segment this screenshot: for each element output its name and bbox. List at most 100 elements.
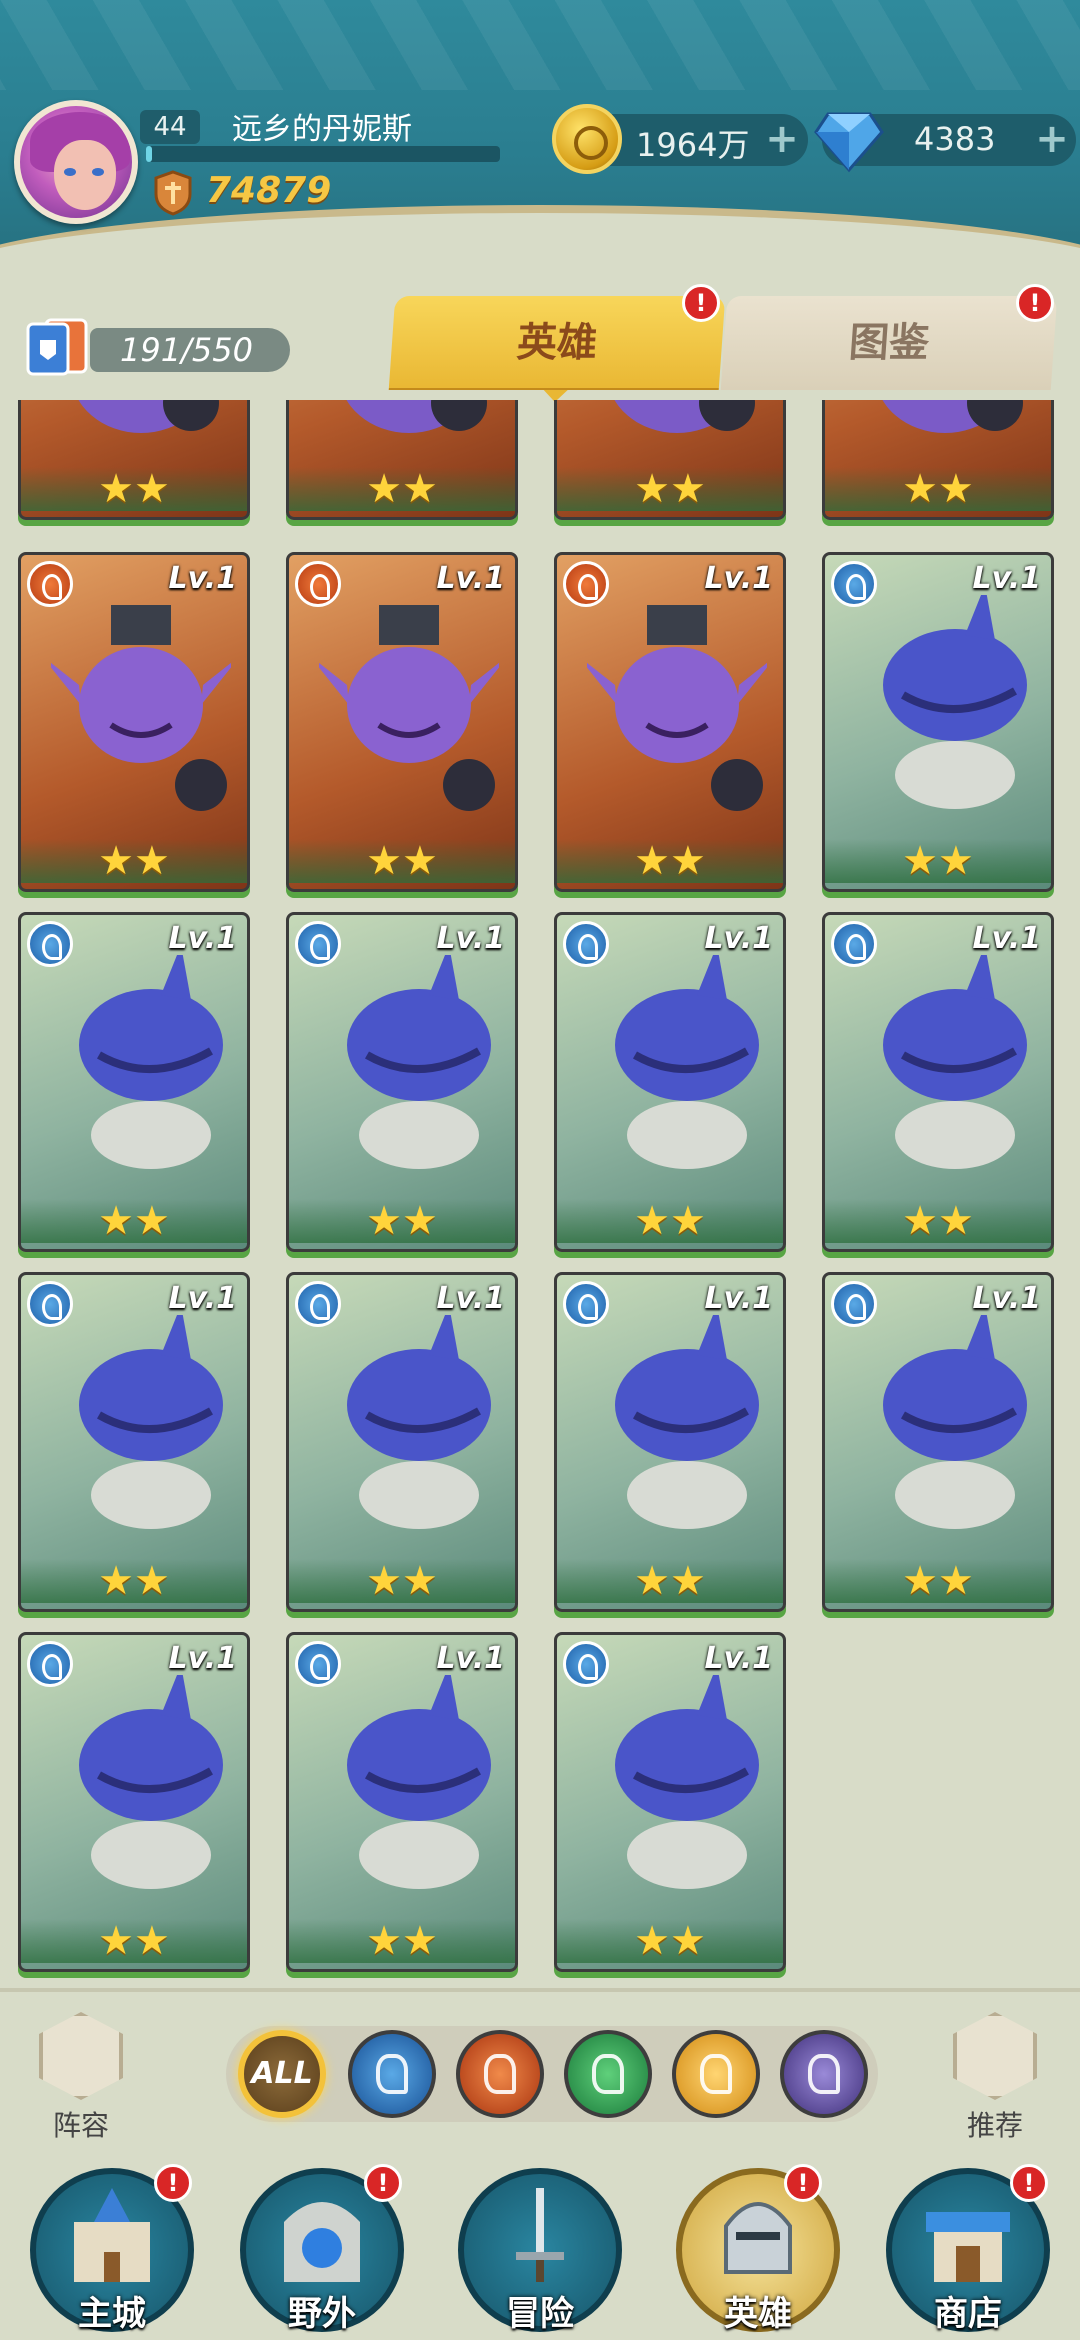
heroes-nav-alert-icon: !	[784, 2164, 822, 2202]
nav-heroes[interactable]: 英雄 !	[658, 2160, 858, 2340]
star-rating: ★★	[98, 1558, 170, 1604]
player-level: 44	[140, 110, 200, 144]
exp-bar	[146, 146, 500, 162]
tab-atlas[interactable]: 图鉴	[720, 296, 1058, 390]
water-icon[interactable]	[348, 2030, 436, 2118]
nav-field[interactable]: 野外 !	[222, 2160, 422, 2340]
hero-card[interactable]: Lv.1 ★★	[18, 552, 250, 892]
lineup-icon	[39, 2012, 123, 2100]
star-rating: ★★	[366, 1558, 438, 1604]
star-rating: ★★	[634, 466, 706, 512]
hero-card[interactable]: Lv.1 ★★	[286, 1632, 518, 1972]
hero-count: 191/550	[120, 331, 253, 369]
hero-level: Lv.1	[972, 561, 1042, 596]
hero-card[interactable]: Lv.1 ★★	[18, 1272, 250, 1612]
nav-heroes-label: 英雄	[724, 2294, 792, 2334]
nav-adventure-label: 冒险	[506, 2294, 574, 2334]
hero-level: Lv.1	[436, 1281, 506, 1316]
hero-level: Lv.1	[704, 1281, 774, 1316]
water-faction-icon	[563, 1641, 609, 1687]
filter-all-button[interactable]: ALL	[238, 2030, 326, 2118]
goblin-bomber-portrait	[51, 605, 231, 811]
light-icon[interactable]	[672, 2030, 760, 2118]
fishman-portrait	[883, 955, 1027, 1169]
dark-icon[interactable]	[780, 2030, 868, 2118]
star-rating: ★★	[366, 838, 438, 884]
fire-faction-icon	[563, 561, 609, 607]
star-rating: ★★	[98, 838, 170, 884]
hero-card[interactable]: ★★	[822, 400, 1054, 520]
star-rating: ★★	[98, 466, 170, 512]
hero-card[interactable]: Lv.1 ★★	[286, 1272, 518, 1612]
water-faction-icon	[27, 1641, 73, 1687]
star-rating: ★★	[634, 1918, 706, 1964]
water-faction-icon	[27, 921, 73, 967]
fishman-portrait	[347, 1315, 491, 1529]
hero-level: Lv.1	[168, 1641, 238, 1676]
hero-card[interactable]: Lv.1 ★★	[554, 1272, 786, 1612]
fire-faction-icon	[295, 561, 341, 607]
sword-icon	[516, 2188, 564, 2282]
tab-heroes[interactable]: 英雄	[388, 296, 726, 390]
wind-icon[interactable]	[564, 2030, 652, 2118]
star-rating: ★★	[902, 1558, 974, 1604]
main-city-alert-icon: !	[154, 2164, 192, 2202]
hero-level: Lv.1	[704, 561, 774, 596]
atlas-tab-alert-icon: !	[1016, 284, 1054, 322]
fishman-portrait	[883, 1315, 1027, 1529]
hero-card[interactable]: ★★	[18, 400, 250, 520]
hero-level: Lv.1	[436, 561, 506, 596]
hero-level: Lv.1	[168, 921, 238, 956]
hero-card[interactable]: Lv.1 ★★	[822, 552, 1054, 892]
recommend-button[interactable]: 推荐	[940, 2012, 1050, 2142]
add-gold-button[interactable]: +	[764, 119, 800, 159]
water-faction-icon	[831, 561, 877, 607]
hero-card[interactable]: Lv.1 ★★	[286, 912, 518, 1252]
goblin-bomber-portrait	[614, 400, 755, 433]
castle-icon	[74, 2188, 150, 2282]
fishman-portrait	[615, 1315, 759, 1529]
hero-level: Lv.1	[972, 921, 1042, 956]
goblin-bomber-portrait	[319, 605, 499, 811]
lineup-button[interactable]: 阵容	[26, 2012, 136, 2142]
nav-shop[interactable]: 商店 !	[868, 2160, 1068, 2340]
water-faction-icon	[831, 1281, 877, 1327]
hero-card[interactable]: Lv.1 ★★	[822, 1272, 1054, 1612]
hero-card[interactable]: Lv.1 ★★	[554, 1632, 786, 1972]
add-gems-button[interactable]: +	[1034, 119, 1070, 159]
hero-card[interactable]: Lv.1 ★★	[554, 912, 786, 1252]
hero-card[interactable]: Lv.1 ★★	[822, 912, 1054, 1252]
nav-main-city[interactable]: 主城 !	[12, 2160, 212, 2340]
filter-all-label: ALL	[251, 2056, 313, 2091]
hero-level: Lv.1	[704, 1641, 774, 1676]
hero-card[interactable]: ★★	[286, 400, 518, 520]
goblin-bomber-portrait	[346, 400, 487, 433]
fishman-portrait	[79, 1315, 223, 1529]
hero-card[interactable]: Lv.1 ★★	[286, 552, 518, 892]
hero-card[interactable]: Lv.1 ★★	[18, 912, 250, 1252]
hero-card[interactable]: ★★	[554, 400, 786, 520]
fishman-portrait	[347, 1675, 491, 1889]
hero-card[interactable]: Lv.1 ★★	[18, 1632, 250, 1972]
recommend-label: 推荐	[966, 2109, 1023, 2142]
goblin-bomber-portrait	[882, 400, 1023, 433]
combat-power-icon	[154, 170, 192, 216]
heroes-tab-alert-icon: !	[682, 284, 720, 322]
goblin-bomber-portrait	[78, 400, 219, 433]
star-rating: ★★	[366, 466, 438, 512]
fire-icon[interactable]	[456, 2030, 544, 2118]
water-faction-icon	[831, 921, 877, 967]
water-faction-icon	[27, 1281, 73, 1327]
hero-card[interactable]: Lv.1 ★★	[554, 552, 786, 892]
shop-stall-icon	[926, 2212, 1010, 2282]
hero-cards-icon	[26, 318, 88, 376]
fishman-portrait	[347, 955, 491, 1169]
goblin-bomber-portrait	[587, 605, 767, 811]
player-avatar[interactable]	[14, 100, 138, 224]
gold-coin-icon	[552, 104, 622, 174]
player-name: 远乡的丹妮斯	[232, 112, 412, 147]
combat-power-value: 74879	[206, 170, 332, 211]
fishman-portrait	[79, 955, 223, 1169]
nav-adventure[interactable]: 冒险	[440, 2160, 640, 2340]
nav-shop-label: 商店	[934, 2294, 1002, 2334]
